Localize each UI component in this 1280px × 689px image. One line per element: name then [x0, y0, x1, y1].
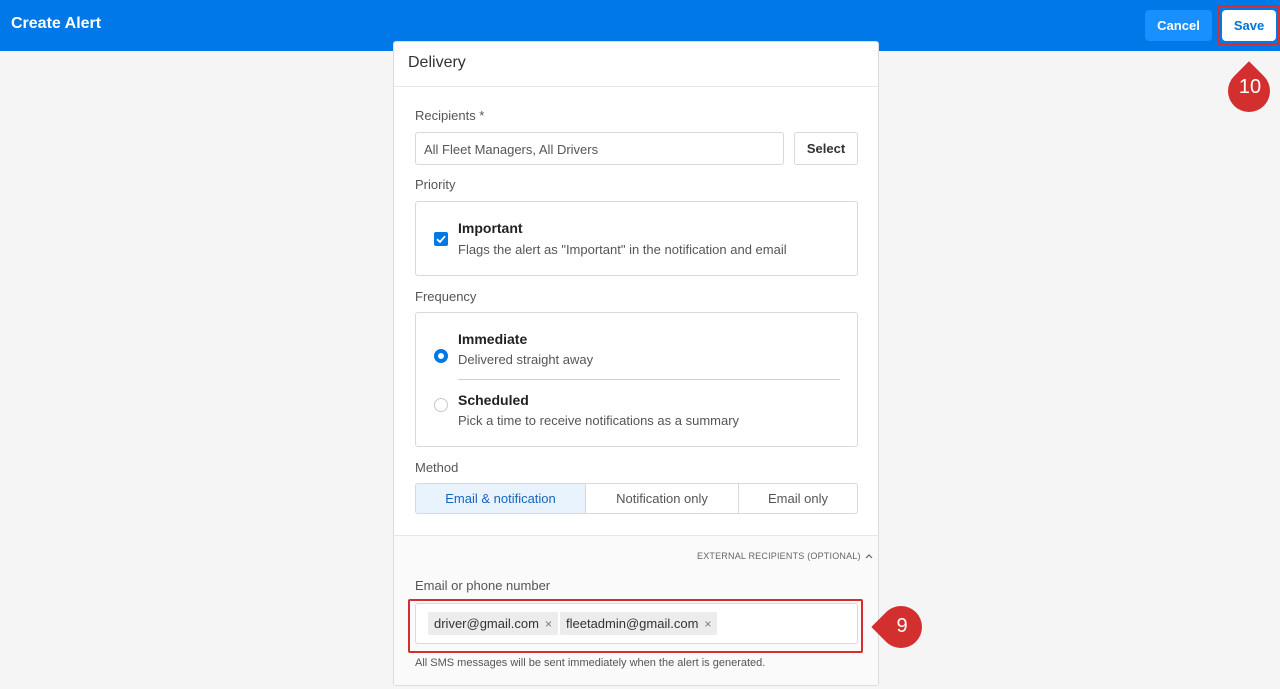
checkbox-checked-icon[interactable] [434, 232, 448, 246]
page-title: Create Alert [11, 15, 102, 32]
radio-scheduled[interactable] [434, 398, 448, 412]
important-description: Flags the alert as "Important" in the no… [458, 242, 787, 257]
email-or-phone-label: Email or phone number [415, 578, 551, 593]
recipients-input[interactable]: All Fleet Managers, All Drivers [415, 132, 784, 165]
important-title: Important [458, 220, 523, 236]
select-recipients-button[interactable]: Select [794, 132, 858, 165]
method-notification-only[interactable]: Notification only [586, 484, 739, 513]
recipients-value: All Fleet Managers, All Drivers [424, 142, 599, 157]
method-email-only[interactable]: Email only [739, 484, 857, 513]
recipients-highlight-box [408, 599, 863, 653]
method-label: Method [415, 460, 459, 475]
frequency-box: Immediate Delivered straight away Schedu… [415, 312, 858, 447]
panel-header: Delivery [394, 42, 878, 87]
sms-note: All SMS messages will be sent immediatel… [415, 657, 766, 669]
frequency-immediate-description: Delivered straight away [458, 352, 594, 367]
priority-label: Priority [415, 177, 456, 192]
priority-box[interactable]: Important Flags the alert as "Important"… [415, 201, 858, 276]
method-email-and-notification[interactable]: Email & notification [416, 484, 586, 513]
frequency-immediate-title[interactable]: Immediate [458, 331, 527, 347]
step-marker-10-label: 10 [1238, 76, 1262, 98]
frequency-scheduled-title[interactable]: Scheduled [458, 392, 529, 408]
method-segmented-control: Email & notification Notification only E… [415, 483, 858, 514]
frequency-scheduled-description: Pick a time to receive notifications as … [458, 413, 740, 428]
save-button[interactable]: Save [1222, 10, 1276, 41]
external-recipients-toggle-label: EXTERNAL RECIPIENTS (OPTIONAL) [697, 551, 861, 561]
external-recipients-section: EXTERNAL RECIPIENTS (OPTIONAL) Email or … [394, 535, 878, 685]
recipients-label: Recipients * [415, 108, 485, 123]
frequency-divider [458, 379, 840, 380]
external-recipients-toggle[interactable]: EXTERNAL RECIPIENTS (OPTIONAL) [697, 551, 873, 561]
step-marker-9-label: 9 [896, 615, 908, 637]
chevron-up-icon [863, 551, 873, 561]
delivery-panel: Delivery Recipients * All Fleet Managers… [393, 41, 879, 686]
cancel-button[interactable]: Cancel [1145, 10, 1212, 41]
delivery-title: Delivery [408, 54, 466, 71]
frequency-label: Frequency [415, 289, 477, 304]
radio-immediate[interactable] [434, 349, 448, 363]
